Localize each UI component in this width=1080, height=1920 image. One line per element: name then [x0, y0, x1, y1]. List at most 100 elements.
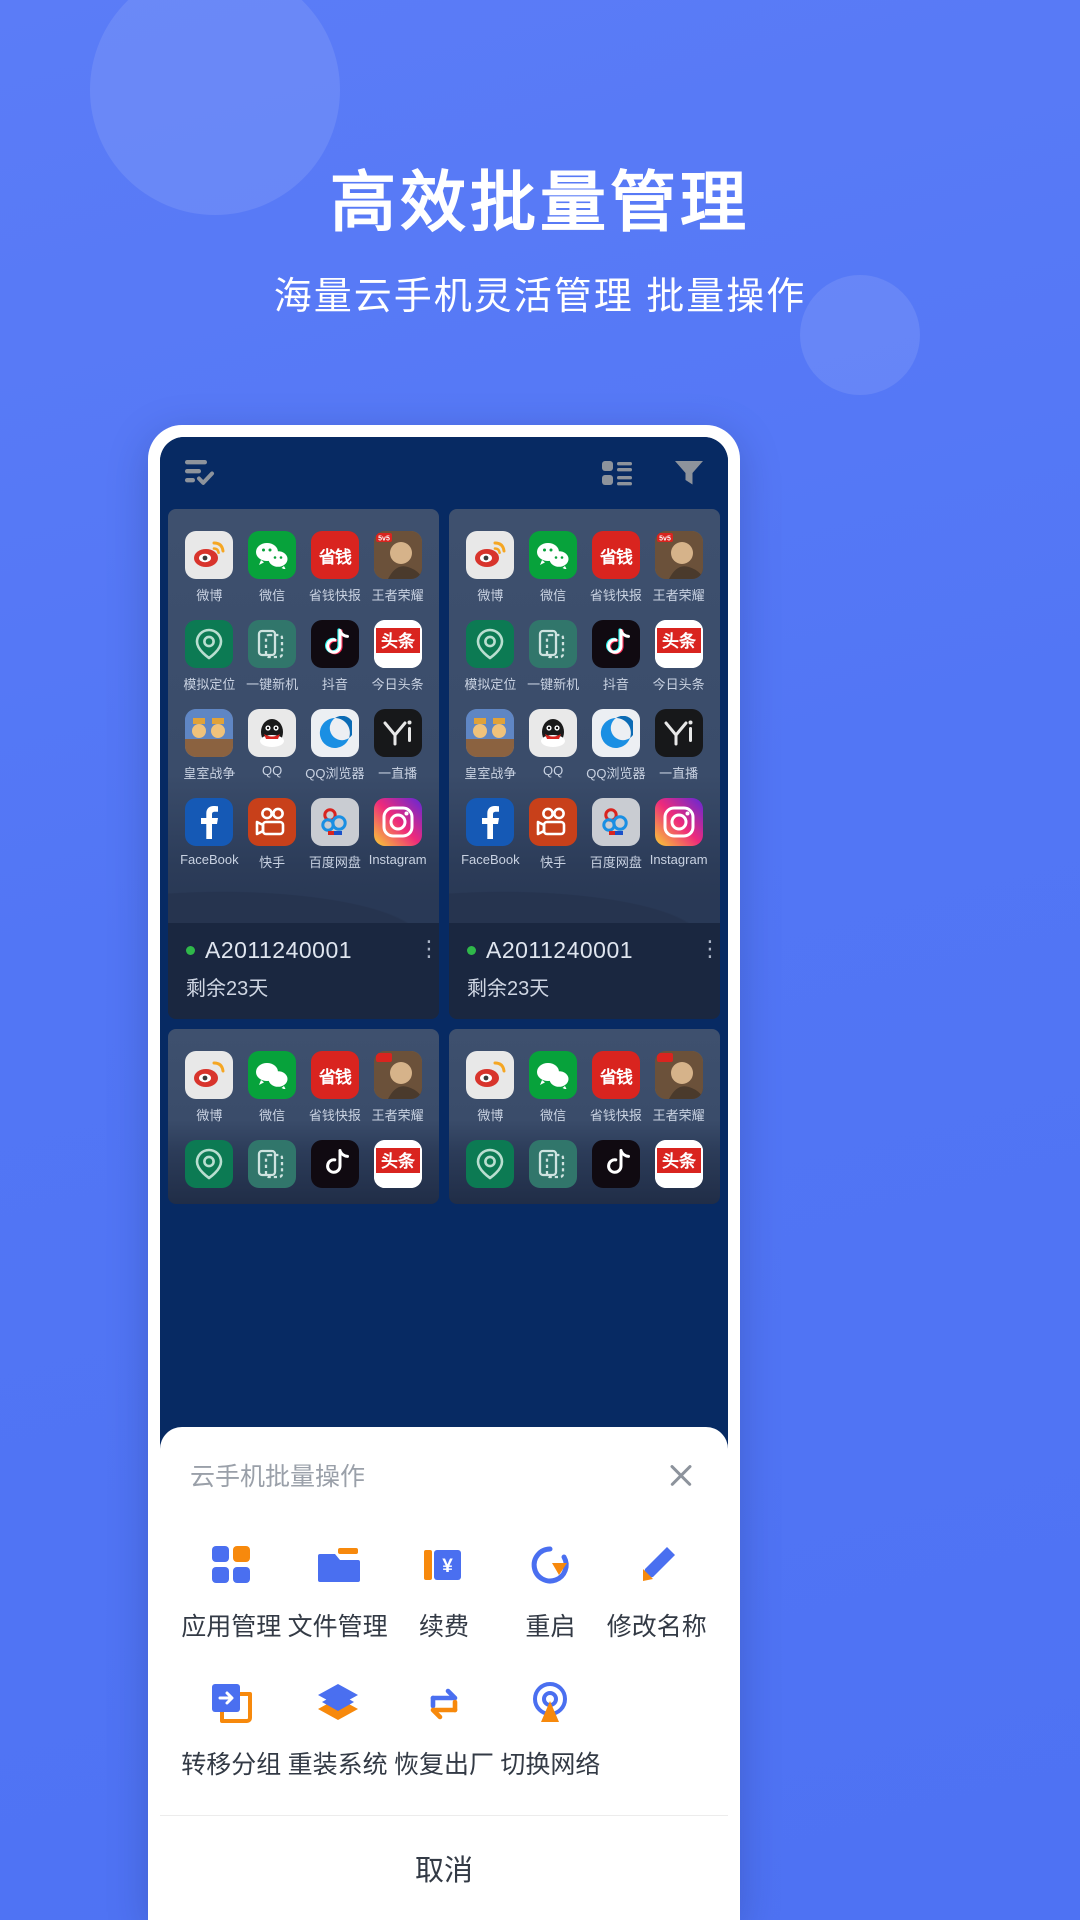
action-label: 应用管理 — [181, 1613, 282, 1641]
device-card[interactable]: 微博 微信 省钱 省钱快报 5v5 王者荣耀 模拟定位 一键新机 抖音 头条今日头条… — [449, 509, 720, 1019]
close-icon[interactable] — [664, 1458, 698, 1492]
app-item[interactable]: 5v5 王者荣耀 — [647, 531, 710, 604]
action-rename[interactable]: 修改名称 — [604, 1539, 710, 1643]
app-label: QQ — [262, 763, 283, 778]
app-item[interactable] — [241, 1140, 304, 1188]
app-item[interactable]: 模拟定位 — [178, 620, 241, 693]
app-item[interactable]: 5v5 王者荣耀 — [366, 531, 429, 604]
app-item[interactable] — [522, 1140, 585, 1188]
app-item[interactable] — [585, 1140, 648, 1188]
weibo-icon — [185, 1051, 234, 1099]
action-reinstall-system[interactable]: 重装系统 — [284, 1677, 390, 1781]
renew-yen-icon: ¥ — [418, 1539, 470, 1591]
action-move-group[interactable]: 转移分组 — [178, 1677, 284, 1781]
wechat-icon — [248, 1051, 297, 1099]
app-item[interactable]: 省钱 省钱快报 — [585, 1051, 648, 1124]
action-label: 修改名称 — [606, 1613, 707, 1641]
svg-text:5v5: 5v5 — [378, 536, 390, 543]
app-label: 一直播 — [378, 766, 418, 781]
restart-icon — [524, 1539, 576, 1591]
app-item[interactable]: 微信 — [522, 1051, 585, 1124]
action-factory-reset[interactable]: 恢复出厂 — [391, 1677, 497, 1781]
phone-mockup: 微博 微信 省钱 省钱快报 5v5 王者荣耀 模拟定位 一键新机 抖音 头条 今日头条… — [148, 425, 740, 1920]
app-item[interactable]: 皇室战争 — [459, 709, 522, 782]
action-file-management[interactable]: 文件管理 — [284, 1539, 390, 1643]
app-item[interactable]: 微信 — [241, 1051, 304, 1124]
app-item[interactable]: 省钱 省钱快报 — [585, 531, 648, 604]
app-item[interactable] — [178, 1140, 241, 1188]
wangzhe-icon — [373, 1051, 422, 1099]
app-item[interactable]: FaceBook — [459, 798, 522, 871]
svg-text:头条: 头条 — [381, 1151, 416, 1171]
device-remaining: 剩余23天 — [186, 978, 269, 1000]
app-item[interactable]: 王者荣耀 — [647, 1051, 710, 1124]
action-app-management[interactable]: 应用管理 — [178, 1539, 284, 1643]
app-item[interactable]: 微信 — [241, 531, 304, 604]
app-item[interactable]: 省钱 省钱快报 — [304, 1051, 367, 1124]
app-item[interactable]: 一直播 — [647, 709, 710, 782]
device-card[interactable]: 微博 微信 省钱 省钱快报 王者荣耀 头条 — [449, 1029, 720, 1204]
app-item[interactable]: 省钱 省钱快报 — [304, 531, 367, 604]
action-renew[interactable]: ¥ 续费 — [391, 1539, 497, 1643]
app-item[interactable]: 头条 — [366, 1140, 429, 1188]
app-item[interactable]: 微博 — [459, 1051, 522, 1124]
app-item[interactable]: 微博 — [178, 1051, 241, 1124]
device-more-menu-icon[interactable]: ⋮ — [418, 938, 439, 960]
app-item[interactable]: 抖音 — [304, 620, 367, 693]
app-item[interactable]: 抖音 — [585, 620, 648, 693]
device-card[interactable]: 微博 微信 省钱 省钱快报 5v5 王者荣耀 模拟定位 一键新机 抖音 头条 今日头条… — [168, 509, 439, 1019]
app-item[interactable]: FaceBook — [178, 798, 241, 871]
action-restart[interactable]: 重启 — [497, 1539, 603, 1643]
app-item[interactable]: 快手 — [241, 798, 304, 871]
app-item[interactable]: 皇室战争 — [178, 709, 241, 782]
action-label: 重装系统 — [287, 1751, 388, 1779]
app-item[interactable]: 王者荣耀 — [366, 1051, 429, 1124]
action-switch-network[interactable]: 切换网络 — [497, 1677, 603, 1781]
device-more-menu-icon[interactable]: ⋮ — [699, 938, 720, 960]
app-label: FaceBook — [180, 852, 239, 867]
app-item[interactable]: 微博 — [178, 531, 241, 604]
app-item[interactable]: QQ浏览器 — [304, 709, 367, 782]
app-item[interactable]: QQ浏览器 — [585, 709, 648, 782]
app-item[interactable]: QQ — [522, 709, 585, 782]
cancel-button[interactable]: 取消 — [160, 1816, 728, 1920]
app-item[interactable] — [304, 1140, 367, 1188]
app-item[interactable]: 模拟定位 — [459, 620, 522, 693]
kuaishou-icon — [529, 798, 578, 846]
app-item[interactable]: 头条 — [647, 1140, 710, 1188]
app-item[interactable]: QQ — [241, 709, 304, 782]
list-check-icon[interactable] — [184, 458, 218, 488]
app-item[interactable]: 微信 — [522, 531, 585, 604]
filter-funnel-icon[interactable] — [674, 459, 704, 487]
weibo-icon — [466, 1051, 515, 1099]
folder-icon — [312, 1539, 364, 1591]
app-item[interactable] — [459, 1140, 522, 1188]
svg-text:5v5: 5v5 — [659, 536, 671, 543]
wangzhe-icon: 5v5 — [654, 531, 703, 579]
app-item[interactable]: 一键新机 — [241, 620, 304, 693]
app-item[interactable]: 微博 — [459, 531, 522, 604]
app-item[interactable]: Instagram — [647, 798, 710, 871]
device-card[interactable]: 微博 微信 省钱 省钱快报 王者荣耀 头条 — [168, 1029, 439, 1204]
app-item[interactable]: 一键新机 — [522, 620, 585, 693]
newphone-icon — [529, 1140, 578, 1188]
app-item[interactable]: 头条 今日头条 — [366, 620, 429, 693]
douyin-icon — [591, 1140, 640, 1188]
action-label: 文件管理 — [287, 1613, 388, 1641]
app-item[interactable]: 百度网盘 — [585, 798, 648, 871]
clashroyale-icon — [466, 709, 515, 757]
app-label: 微信 — [540, 588, 567, 603]
app-item[interactable]: Instagram — [366, 798, 429, 871]
shengqian-icon: 省钱 — [591, 531, 640, 579]
list-view-icon[interactable] — [602, 460, 634, 486]
app-label: QQ浏览器 — [586, 766, 646, 781]
toutiao-icon: 头条 — [654, 620, 703, 668]
action-label: 重启 — [525, 1613, 576, 1641]
app-item[interactable]: 快手 — [522, 798, 585, 871]
app-item[interactable]: 百度网盘 — [304, 798, 367, 871]
app-label: 王者荣耀 — [652, 1108, 705, 1123]
action-grid: 应用管理 文件管理 ¥ 续费 重启 修改名称 转移分组 重装系统 恢复出厂 切换… — [160, 1493, 728, 1801]
app-item[interactable]: 头条 今日头条 — [647, 620, 710, 693]
app-item[interactable]: 一直播 — [366, 709, 429, 782]
app-label: 今日头条 — [652, 677, 705, 692]
